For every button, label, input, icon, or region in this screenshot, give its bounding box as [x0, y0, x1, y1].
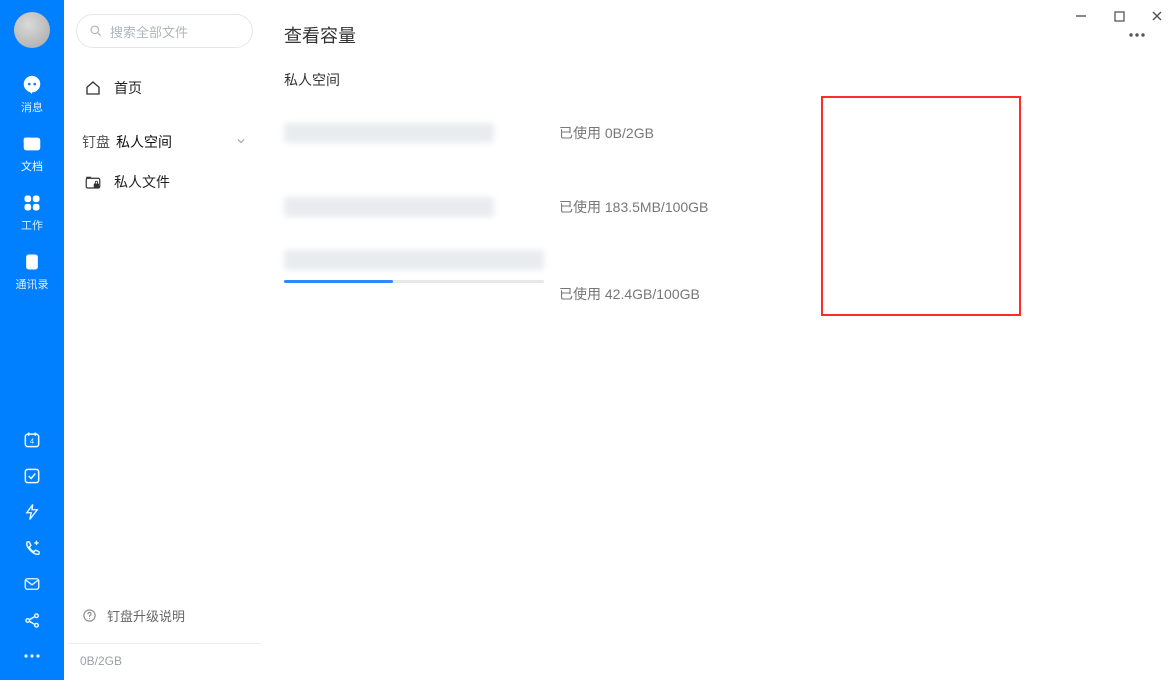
rail-item-messages[interactable]: 消息 [0, 66, 64, 125]
rail-mini-share[interactable] [0, 602, 64, 638]
svg-text:4: 4 [30, 436, 34, 445]
rail-item-docs[interactable]: 文档 [0, 125, 64, 184]
sidebar-item-label: 私人文件 [114, 172, 247, 192]
window-maximize-button[interactable] [1109, 6, 1129, 26]
storage-row-usage: 已使用 42.4GB/100GB [559, 284, 700, 304]
page-title: 查看容量 [284, 22, 356, 48]
storage-row-usage: 已使用 183.5MB/100GB [559, 197, 708, 217]
sidebar-item-home[interactable]: 首页 [76, 68, 253, 108]
rail-item-contacts[interactable]: 通讯录 [0, 243, 64, 302]
chevron-down-icon [235, 134, 247, 150]
help-icon [82, 608, 97, 623]
sidebar-item-private-files[interactable]: 私人文件 [76, 162, 253, 202]
rail-mini-mail[interactable] [0, 566, 64, 602]
avatar[interactable] [14, 12, 50, 48]
storage-row: 已使用 183.5MB/100GB [284, 170, 1157, 244]
storage-row-name [284, 122, 544, 144]
search-icon [89, 24, 103, 38]
sidebar-item-drive-space[interactable]: 钉盘 私人空间 [76, 122, 253, 162]
storage-list: 已使用 0B/2GB 已使用 183.5MB/100GB 已使用 42.4GB/… [266, 96, 1175, 326]
rail-item-label: 通讯录 [16, 276, 49, 292]
storage-row: 已使用 0B/2GB [284, 96, 1157, 170]
rail-item-label: 文档 [21, 158, 43, 174]
rail-item-work[interactable]: 工作 [0, 184, 64, 243]
divider [68, 643, 261, 644]
window-minimize-button[interactable] [1071, 6, 1091, 26]
upgrade-label: 钉盘升级说明 [107, 606, 185, 625]
storage-row-usage: 已使用 0B/2GB [559, 123, 654, 143]
storage-row-name [284, 250, 544, 283]
nav-rail: 消息 文档 工作 通讯录 4 [0, 0, 64, 680]
sidebar-upgrade-link[interactable]: 钉盘升级说明 [76, 599, 253, 631]
folder-lock-icon [82, 173, 104, 191]
storage-row-name [284, 196, 544, 218]
rail-item-label: 工作 [21, 217, 43, 233]
docs-icon [21, 133, 43, 155]
rail-item-label: 消息 [21, 99, 43, 115]
sidebar: 搜索全部文件 首页 钉盘 私人空间 私人文件 钉盘升级说明 [64, 0, 266, 680]
search-placeholder: 搜索全部文件 [110, 22, 188, 41]
rail-mini-more[interactable] [0, 638, 64, 674]
apps-icon [22, 192, 42, 214]
crumb-private-space: 私人空间 [116, 132, 172, 152]
more-icon [1128, 32, 1146, 38]
contacts-icon [22, 251, 42, 273]
usage-bar-track [284, 280, 544, 283]
sidebar-item-label: 首页 [114, 78, 247, 98]
app-window: 消息 文档 工作 通讯录 4 [0, 0, 1175, 680]
rail-mini-flash[interactable] [0, 494, 64, 530]
rail-mini-calendar[interactable]: 4 [0, 422, 64, 458]
usage-bar-fill [284, 280, 393, 283]
window-controls [1071, 6, 1167, 26]
quota-footer: 0B/2GB [76, 654, 253, 680]
home-icon [82, 79, 104, 97]
main-header: 查看容量 [266, 0, 1175, 70]
crumb-drive: 钉盘 [82, 132, 110, 152]
rail-mini-phone[interactable] [0, 530, 64, 566]
main-content: 查看容量 私人空间 已使用 0B/2GB 已使用 183.5MB/100GB [266, 0, 1175, 680]
search-input[interactable]: 搜索全部文件 [76, 14, 253, 48]
chat-icon [21, 74, 43, 96]
storage-row: 已使用 42.4GB/100GB [284, 244, 1157, 326]
window-close-button[interactable] [1147, 6, 1167, 26]
section-label: 私人空间 [266, 70, 1175, 90]
rail-mini-task[interactable] [0, 458, 64, 494]
